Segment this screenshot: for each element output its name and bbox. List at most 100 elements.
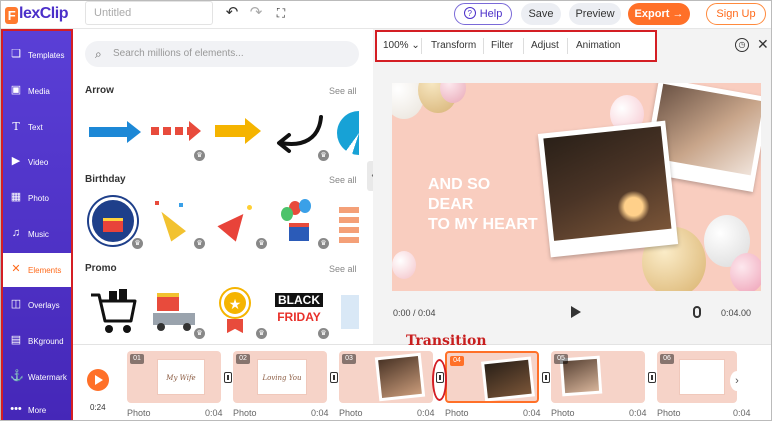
arrow-blue-shape [89,121,141,143]
clip-duration: 0:04 [523,408,541,418]
sidebar-item-label: Photo [28,194,49,203]
save-button[interactable]: Save [521,3,561,25]
sidebar-item-label: BKground [28,337,64,346]
zoom-dropdown[interactable]: 100% ⌄ [383,40,420,51]
transition-icon[interactable] [224,372,232,383]
sidebar-item-text[interactable]: T Text [3,110,71,144]
headline-line-1: AND SO DEAR [428,176,491,213]
undo-icon[interactable]: ↶ [223,4,241,22]
sidebar-item-label: Media [28,87,50,96]
element-arrow-curved[interactable]: ♛ [273,109,329,161]
element-arrow-red-dashed[interactable]: ♛ [149,109,205,161]
canvas-headline[interactable]: AND SO DEAR TO MY HEART [428,175,538,235]
clip-number: 04 [450,356,464,366]
music-icon: ♫ [11,227,21,239]
zoom-value: 100% [383,40,409,51]
filter-button[interactable]: Filter [491,40,513,51]
balloon-pink [392,251,416,279]
premium-icon: ♛ [194,328,205,339]
element-party-hat[interactable]: ♛ [211,197,267,249]
element-party-popper[interactable]: ♛ [149,197,205,249]
timeline-clip-05[interactable]: 05 [551,351,645,403]
help-button[interactable]: ? Help [454,3,512,25]
timeline-play-button[interactable] [87,369,109,391]
folder-icon: ▣ [10,84,22,96]
element-arrow-circle[interactable] [335,109,359,159]
clip-type-label: Photo [551,408,575,418]
timeline-clip-03[interactable]: 03 [339,351,433,403]
sidebar-item-more[interactable]: ••• More [3,393,71,420]
close-icon[interactable]: ✕ [757,36,769,53]
clip-card: Loving You [257,359,307,395]
adjust-button[interactable]: Adjust [531,40,559,51]
premium-icon: ♛ [194,238,205,249]
clip-type-label: Photo [127,408,151,418]
balloon-pink [730,253,761,291]
element-arrow-yellow[interactable] [211,109,265,159]
search-input[interactable]: ⌕ Search millions of elements... [85,41,359,67]
sidebar-item-photo[interactable]: ▦ Photo [3,181,71,215]
transition-icon[interactable] [648,372,656,383]
element-shopping-cart[interactable] [87,287,141,337]
sidebar-item-watermark[interactable]: ⚓ Watermark [3,360,71,394]
watermark-icon: ⚓ [10,370,24,382]
arrow-right-icon: → [672,8,684,20]
project-title-input[interactable]: Untitled [85,1,213,25]
see-all-birthday[interactable]: See all [329,175,357,185]
element-gift-balloons[interactable]: ♛ [273,197,329,249]
sidebar-item-elements[interactable]: ✕ Elements [3,253,71,287]
timeline-clip-06[interactable]: 06 [657,351,737,403]
sidebar-item-label: Video [28,158,49,167]
arrow-red-shape [151,121,201,141]
fullscreen-icon[interactable]: ⛶ [272,4,290,22]
element-star-badge[interactable]: ★ ♛ [211,287,267,339]
clip-duration: 0:04 [311,408,329,418]
friday-text: FRIDAY [277,310,321,324]
element-promo-box[interactable] [335,287,359,337]
export-button[interactable]: Export → [628,3,690,25]
transition-icon[interactable] [330,372,338,383]
premium-icon: ♛ [318,328,329,339]
sidebar-item-video[interactable]: ▶ Video [3,145,71,179]
timeline-clip-02[interactable]: Loving You 02 [233,351,327,403]
sidebar-item-templates[interactable]: ❏ Templates [3,38,71,72]
animation-button[interactable]: Animation [576,40,620,51]
premium-icon: ♛ [256,328,267,339]
canvas-stage[interactable]: AND SO DEAR TO MY HEART [392,83,761,291]
clip-caption: My Wife [166,374,196,382]
element-black-friday[interactable]: BLACK FRIDAY ♛ [273,287,329,339]
history-icon[interactable]: ◷ [735,38,749,52]
transition-highlight-circle [432,359,447,401]
help-label: Help [479,8,503,20]
signup-button[interactable]: Sign Up [706,3,766,25]
timeline-scroll-right-icon[interactable]: › [730,371,744,391]
element-arrow-blue[interactable] [87,109,141,159]
element-birthday-candle[interactable] [335,197,359,247]
element-gift-truck[interactable]: ♛ [149,287,205,339]
premium-icon: ♛ [194,150,205,161]
sidebar-item-overlays[interactable]: ◫ Overlays [3,288,71,322]
clip-number: 03 [342,354,356,364]
sidebar-item-label: Elements [28,266,62,275]
clip-type-label: Photo [233,408,257,418]
sidebar-item-bkground[interactable]: ▤ BKground [3,324,71,358]
play-icon[interactable] [571,306,581,318]
transform-button[interactable]: Transform [431,40,476,51]
preview-button[interactable]: Preview [569,3,621,25]
timeline-clip-04-selected[interactable]: 04 [445,351,539,403]
redo-icon[interactable]: ↷ [247,4,265,22]
sidebar-item-music[interactable]: ♫ Music [3,217,71,251]
sidebar-item-label: More [28,406,47,415]
premium-icon: ♛ [318,238,329,249]
element-birthday-cake[interactable]: ♛ [87,197,143,249]
photo-frame-front[interactable] [537,120,679,258]
sidebar-item-media[interactable]: ▣ Media [3,74,71,108]
transition-icon[interactable] [542,372,550,383]
timeline-clip-01[interactable]: My Wife 01 [127,351,221,403]
microphone-icon[interactable] [693,306,701,318]
top-bar: FlexClip Untitled ↶ ↷ ⛶ ? Help Save Previ… [1,1,771,29]
clip-duration: 0:04 [629,408,647,418]
see-all-arrow[interactable]: See all [329,86,357,96]
see-all-promo[interactable]: See all [329,264,357,274]
flexclip-logo[interactable]: FlexClip [5,5,68,24]
